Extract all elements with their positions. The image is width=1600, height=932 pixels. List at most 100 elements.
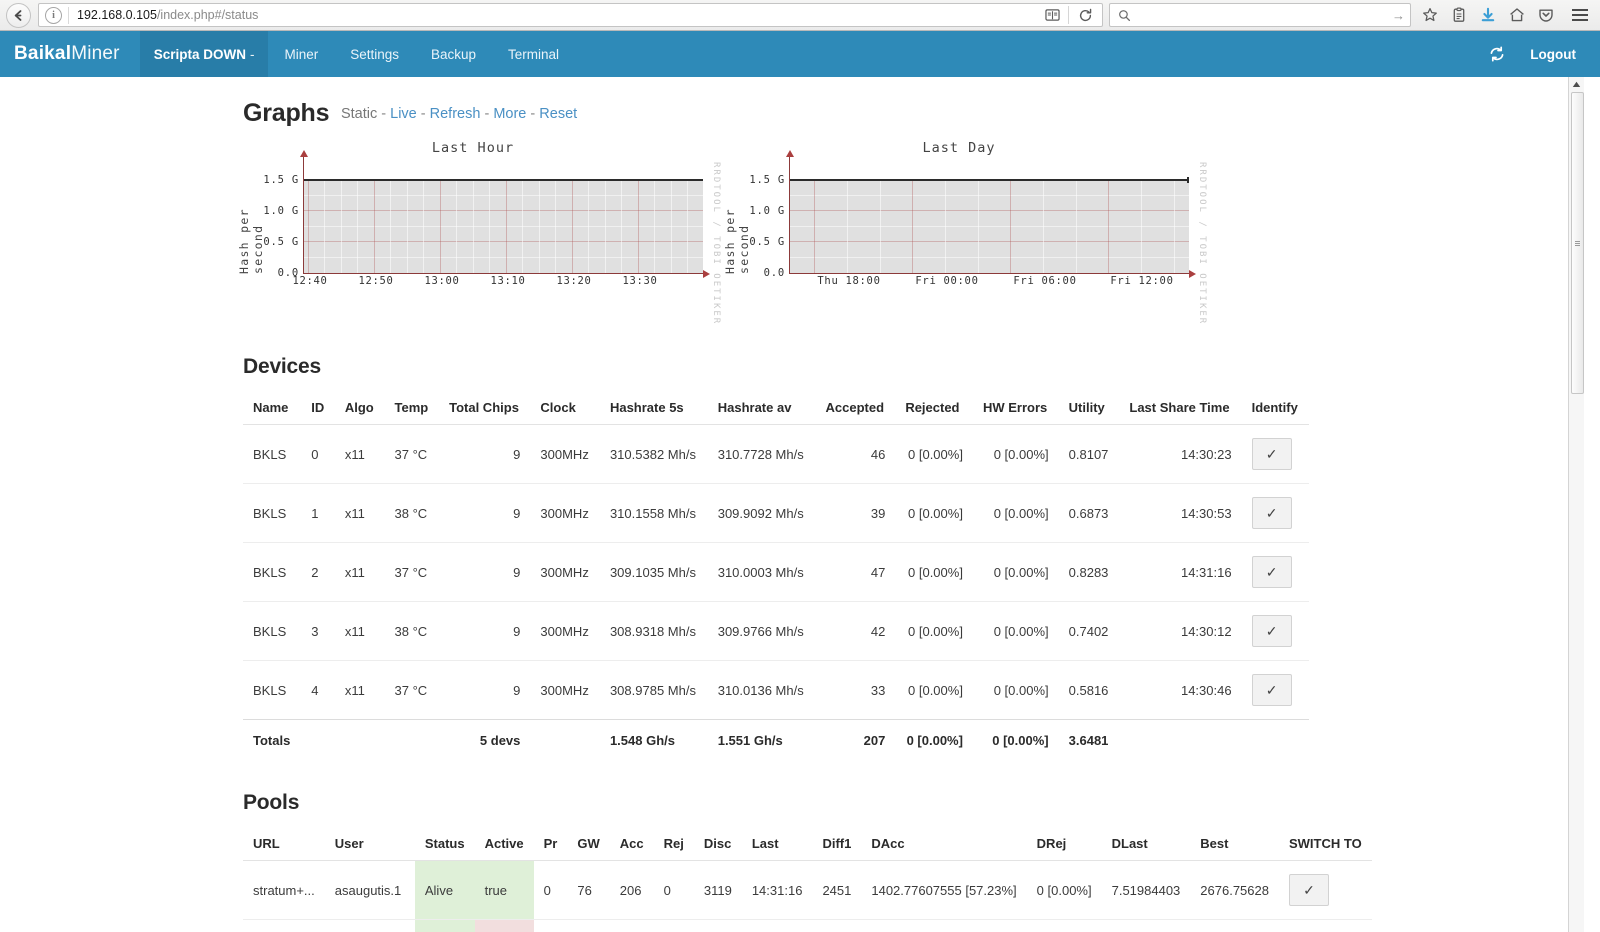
device-algo: x11 (334, 424, 385, 484)
device-total-chips: 9 (439, 660, 531, 720)
nav-item-settings[interactable]: Settings (334, 31, 415, 77)
table-row: stratum+... asaugutis.1 Alive true 0 76 206 0 31… (243, 860, 1372, 920)
nav-item-label: Miner (284, 46, 319, 62)
col-clock: Clock (530, 391, 600, 426)
col-id: ID (301, 391, 335, 426)
pool-status: Alive (414, 860, 475, 920)
device-accepted: 42 (815, 601, 896, 661)
pocket-icon[interactable] (1531, 3, 1560, 27)
pool-user: asaugutis.1 (324, 860, 415, 920)
chart-xticks: 12:40 12:50 13:00 13:10 13:20 13:30 (292, 274, 703, 290)
chevron-down-icon: - (249, 46, 255, 62)
device-hw-errors: 0 [0.00%] (972, 601, 1059, 661)
graphs-heading: Graphs (243, 99, 330, 127)
graphs-link-live[interactable]: Live (390, 106, 417, 122)
chart-series-line (304, 179, 703, 181)
totals-devs: 5 devs (439, 719, 531, 762)
download-icon[interactable] (1473, 3, 1502, 27)
device-accepted: 46 (815, 424, 896, 484)
table-row: BKLS 0 x11 37 °C 9 300MHz 310.5382 Mh/s 310.772… (243, 424, 1309, 484)
totals-empty-cell (301, 719, 335, 762)
col-user: User (324, 827, 415, 862)
device-algo: x11 (334, 660, 385, 720)
info-icon[interactable]: i (45, 6, 62, 24)
device-algo: x11 (334, 542, 385, 602)
vertical-scrollbar[interactable] (1568, 77, 1584, 932)
device-hashrate-av: 309.9092 Mh/s (707, 483, 816, 543)
pool-last: 02:00:00 (741, 919, 813, 932)
device-hashrate-av: 310.0136 Mh/s (707, 660, 816, 720)
hamburger-menu-icon[interactable] (1565, 3, 1594, 27)
brand-logo[interactable]: Baikal Miner (0, 31, 140, 77)
search-go-icon[interactable]: → (1392, 8, 1405, 23)
search-bar[interactable]: → (1109, 3, 1411, 27)
pool-best: 0 (1190, 919, 1279, 932)
ytick-label: 1.0 G (749, 205, 785, 217)
back-arrow-icon[interactable] (6, 2, 31, 28)
scroll-up-arrow-icon[interactable] (1569, 77, 1584, 92)
logout-button[interactable]: Logout (1516, 37, 1590, 71)
col-active: Active (474, 827, 534, 862)
table-row: BKLS 1 x11 38 °C 9 300MHz 310.1558 Mh/s 309.909… (243, 483, 1309, 543)
app-navbar: Baikal Miner Scripta DOWN - Miner Settings… (0, 31, 1600, 77)
totals-empty-cell (1119, 719, 1242, 762)
nav-item-terminal[interactable]: Terminal (492, 31, 575, 77)
col-total-chips: Total Chips (439, 391, 531, 426)
device-clock: 300MHz (530, 483, 600, 543)
scrollbar-track[interactable] (1569, 92, 1584, 932)
link-sep: - (484, 106, 490, 122)
device-id: 3 (301, 601, 335, 661)
device-clock: 300MHz (530, 601, 600, 661)
xtick-label: 13:20 (556, 275, 592, 287)
totals-hashrate-av: 1.551 Gh/s (707, 719, 816, 762)
pool-acc: 206 (609, 860, 654, 920)
pool-diff1: 2451 (812, 860, 862, 920)
totals-utility: 3.6481 (1058, 719, 1120, 762)
library-icon[interactable] (1444, 3, 1473, 27)
rrdtool-watermark: RRDTOOL / TOBI OETIKER (1197, 162, 1207, 326)
device-hashrate-5s: 309.1035 Mh/s (599, 542, 708, 602)
graphs-link-more[interactable]: More (493, 106, 526, 122)
nav-item-scripta-status[interactable]: Scripta DOWN - (139, 31, 269, 77)
table-header-row: URL User Status Active Pr GW Acc Rej Dis… (243, 827, 1372, 862)
url-bar[interactable]: i 192.168.0.105/index.php#/status (38, 3, 1103, 27)
identify-button[interactable]: ✓ (1251, 615, 1292, 648)
col-switch-to: SWITCH TO (1278, 827, 1372, 862)
reload-icon[interactable] (1072, 3, 1098, 27)
col-name: Name (243, 391, 302, 426)
switch-to-button[interactable]: ✓ (1288, 874, 1329, 907)
star-icon[interactable] (1415, 3, 1444, 27)
graphs-link-refresh[interactable]: Refresh (430, 106, 481, 122)
device-utility: 0.8283 (1058, 542, 1120, 602)
device-temp: 38 °C (384, 483, 440, 543)
graphs-link-reset[interactable]: Reset (539, 106, 577, 122)
refresh-icon[interactable] (1480, 37, 1514, 71)
col-acc: Acc (609, 827, 654, 862)
device-id: 1 (301, 483, 335, 543)
url-host: 192.168.0.105 (77, 8, 157, 22)
device-total-chips: 9 (439, 424, 531, 484)
scrollbar-thumb[interactable] (1571, 92, 1584, 394)
devices-heading: Devices (243, 355, 321, 379)
xtick-label: 13:30 (622, 275, 658, 287)
home-icon[interactable] (1502, 3, 1531, 27)
nav-item-backup[interactable]: Backup (415, 31, 492, 77)
pool-user: asaugutis.1 (324, 919, 415, 932)
identify-button[interactable]: ✓ (1251, 674, 1292, 707)
identify-button[interactable]: ✓ (1251, 556, 1292, 589)
nav-item-miner[interactable]: Miner (268, 31, 334, 77)
search-input[interactable] (1133, 7, 1392, 23)
identify-button[interactable]: ✓ (1251, 497, 1292, 530)
identify-cell: ✓ (1241, 424, 1309, 484)
identify-button[interactable]: ✓ (1251, 438, 1292, 471)
link-sep: - (420, 106, 426, 122)
switch-to-cell: ✓ (1278, 860, 1372, 920)
browser-toolbar-icons (1415, 3, 1594, 27)
device-hashrate-5s: 310.5382 Mh/s (599, 424, 708, 484)
device-utility: 0.6873 (1058, 483, 1120, 543)
pool-rej: 0 (653, 860, 694, 920)
ytick-label: 1.0 G (263, 205, 299, 217)
reader-view-icon[interactable] (1039, 3, 1065, 27)
pool-drej: 0 [0.00%] (1026, 860, 1102, 920)
device-total-chips: 9 (439, 601, 531, 661)
